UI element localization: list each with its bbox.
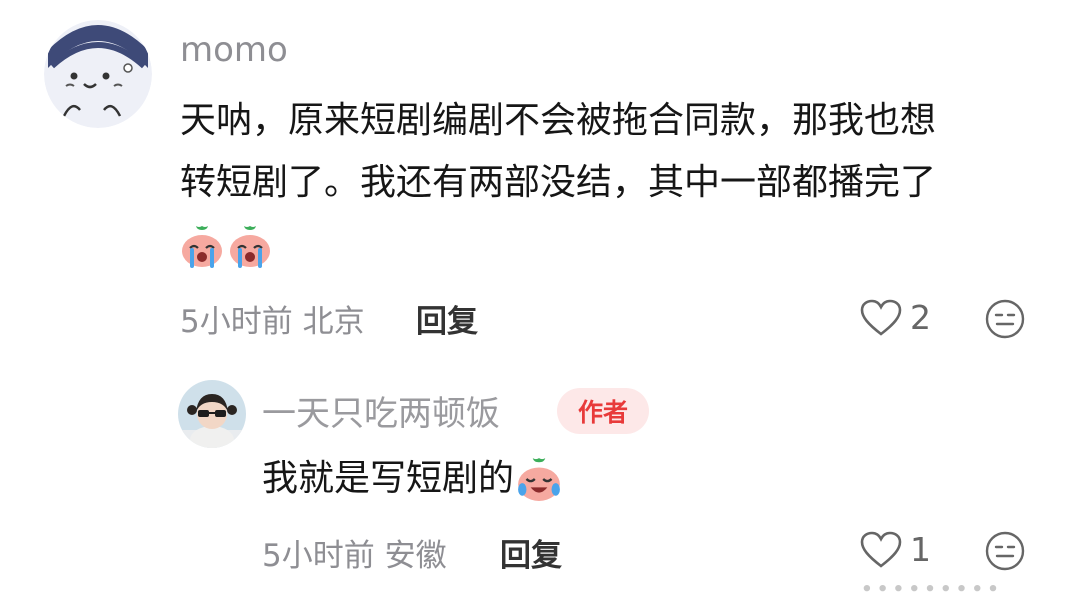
author-badge: 作者 <box>557 388 649 434</box>
emoji-reaction-icon[interactable] <box>984 298 1026 340</box>
comment-username[interactable]: 一天只吃两顿饭 <box>262 386 500 435</box>
comment-text: 我就是写短剧的 <box>262 448 562 510</box>
reply-button[interactable]: 回复 <box>416 296 478 341</box>
watermark: ∙∙∙∙∙∙∙∙∙ <box>860 576 1002 601</box>
cartoon-face-avatar-icon <box>44 20 152 128</box>
comment-time: 5小时前 <box>262 538 375 574</box>
comment-text: 天呐，原来短剧编剧不会被拖合同款，那我也想 转短剧了。我还有两部没结，其中一部都… <box>180 90 936 278</box>
emoji-row <box>180 214 936 278</box>
comment-meta: 5小时前 安徽 <box>262 530 447 575</box>
like-button[interactable]: 2 <box>860 298 931 337</box>
like-count: 1 <box>910 530 931 569</box>
like-button[interactable]: 1 <box>860 530 931 569</box>
comment-meta: 5小时前 北京 <box>180 296 365 341</box>
girl-photo-avatar-icon <box>178 380 246 448</box>
crying-laughing-peach-emoji-icon <box>518 458 560 501</box>
reply-button[interactable]: 回复 <box>500 530 562 575</box>
heart-icon <box>860 299 902 336</box>
comment-text-line: 转短剧了。我还有两部没结，其中一部都播完了 <box>180 162 937 203</box>
like-count: 2 <box>910 298 931 337</box>
crying-peach-emoji-icon <box>182 226 222 268</box>
heart-icon <box>860 531 902 568</box>
comment-username[interactable]: momo <box>180 30 288 70</box>
emoji-reaction-icon[interactable] <box>984 530 1026 572</box>
avatar[interactable] <box>44 20 152 128</box>
crying-peach-emoji-icon <box>230 226 270 268</box>
comment-time: 5小时前 <box>180 304 293 340</box>
avatar[interactable] <box>178 380 246 448</box>
comment-location: 北京 <box>302 304 365 340</box>
comment-text-line: 天呐，原来短剧编剧不会被拖合同款，那我也想 <box>180 100 937 141</box>
comment-location: 安徽 <box>384 538 447 574</box>
comment-text-line: 我就是写短剧的 <box>262 458 515 499</box>
